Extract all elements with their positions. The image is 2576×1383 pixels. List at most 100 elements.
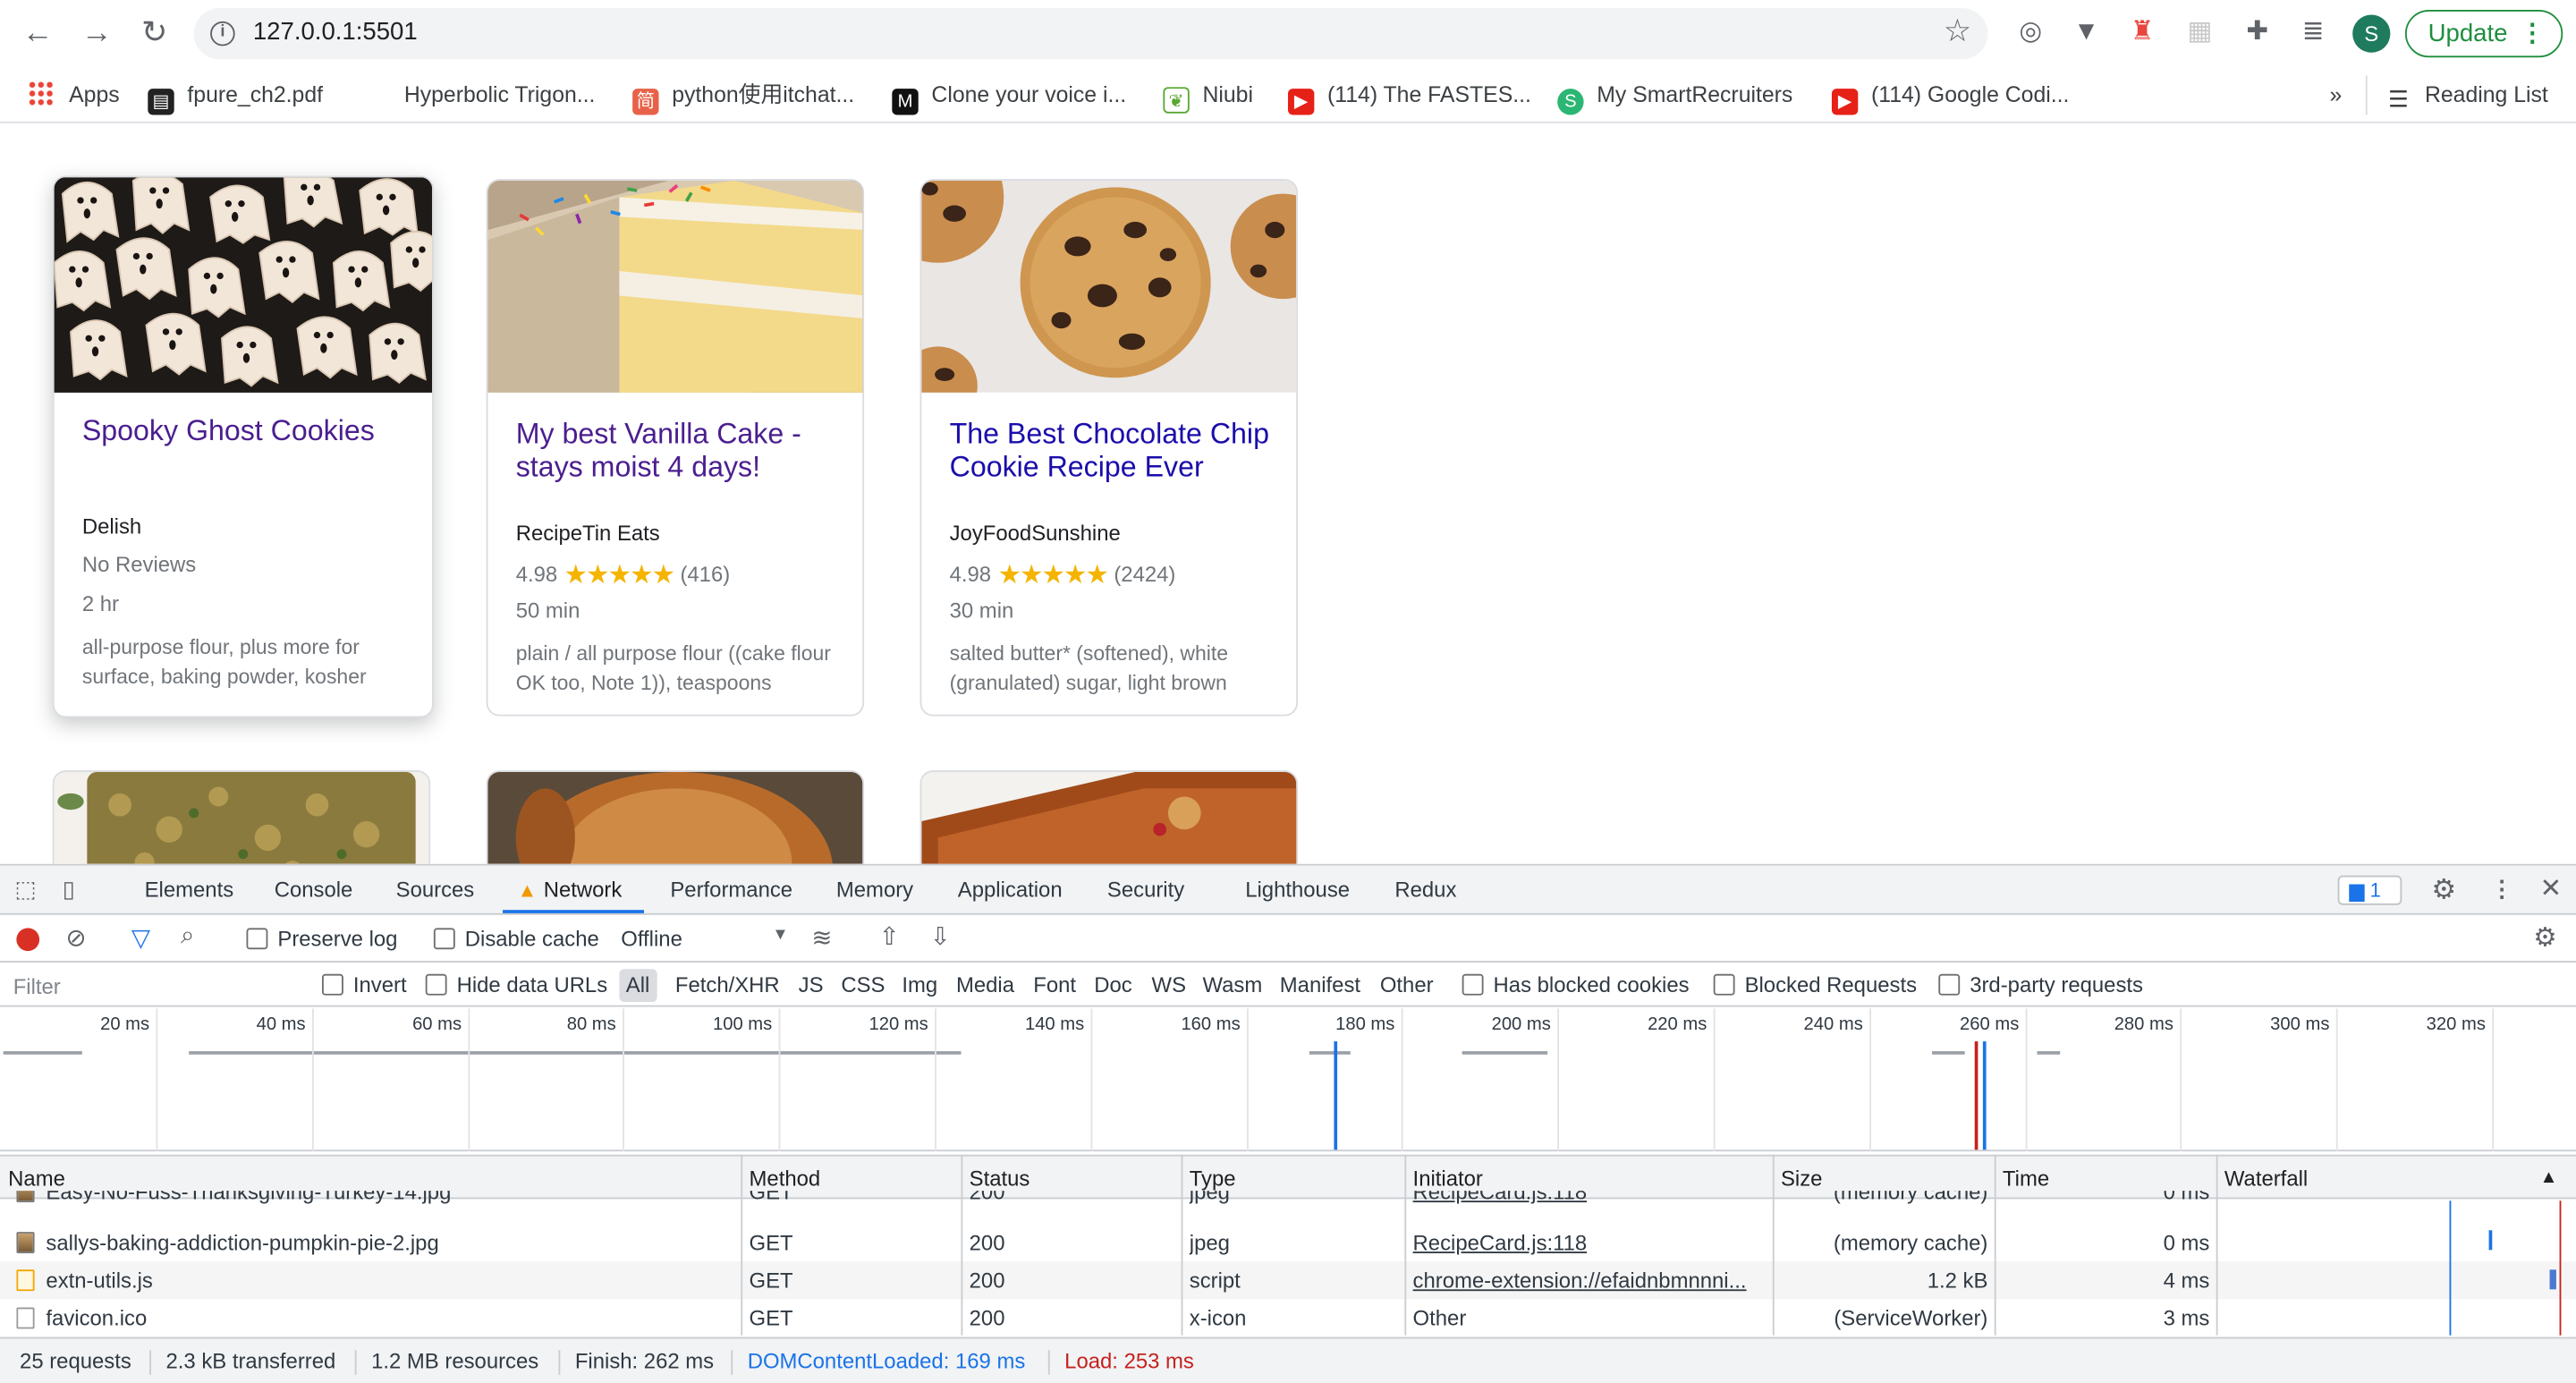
request-initiator[interactable]: RecipeCard.js:118 (1413, 1191, 1588, 1210)
address-bar[interactable]: i 127.0.0.1:5501 ☆ (193, 8, 1988, 60)
type-filter-wasm[interactable]: Wasm (1202, 972, 1262, 997)
filter-icon[interactable]: ▽ (131, 923, 150, 953)
tab-lighthouse[interactable]: Lighthouse (1245, 877, 1350, 902)
recipe-card[interactable] (52, 770, 431, 864)
recipe-title[interactable]: My best Vanilla Cake - stays moist 4 day… (516, 417, 853, 482)
blocked-requests-checkbox[interactable]: Blocked Requests (1713, 972, 1917, 997)
throttling-select[interactable]: Offline ▼ (621, 927, 788, 952)
bookmark-item[interactable]: ▤ fpure_ch2.pdf (148, 77, 323, 115)
disable-cache-checkbox[interactable]: Disable cache (433, 927, 599, 951)
has-blocked-cookies-checkbox[interactable]: Has blocked cookies (1462, 972, 1690, 997)
avatar[interactable]: S (2352, 14, 2391, 53)
more-bookmarks-chevron[interactable]: » (2329, 77, 2342, 113)
reload-icon[interactable]: ↻ (133, 13, 176, 56)
inspect-element-icon[interactable]: ⬚ (15, 866, 37, 913)
column-divider[interactable] (1994, 1154, 1996, 1336)
type-filter-fetch-xhr[interactable]: Fetch/XHR (675, 972, 780, 997)
tampermonkey-icon[interactable]: ♜ (2126, 16, 2159, 49)
tab-sources[interactable]: Sources (396, 877, 475, 902)
network-settings-gear-icon[interactable]: ⚙ (2533, 921, 2556, 955)
clear-icon[interactable]: ⊘ (65, 923, 86, 953)
search-icon[interactable]: ⌕ (181, 921, 194, 949)
column-header-waterfall[interactable]: Waterfall (2224, 1167, 2308, 1192)
bookmark-item[interactable]: ▶ (114) Google Codi... (1831, 77, 2069, 115)
tab-redux[interactable]: Redux (1394, 877, 1456, 902)
type-filter-doc[interactable]: Doc (1094, 972, 1131, 997)
type-filter-other[interactable]: Other (1380, 972, 1434, 997)
column-divider[interactable] (961, 1154, 963, 1336)
table-row[interactable]: Easy-No-Fuss-Thanksgiving-Turkey-14.jpg … (0, 1191, 2576, 1210)
third-party-checkbox[interactable]: 3rd-party requests (1938, 972, 2143, 997)
more-options-icon[interactable]: ⋮ (2490, 866, 2513, 913)
column-divider[interactable] (1404, 1154, 1407, 1336)
bookmark-item[interactable]: S My SmartRecruiters (1557, 77, 1792, 115)
column-header-type[interactable]: Type (1190, 1167, 1236, 1192)
bookmark-apps[interactable]: Apps (28, 77, 120, 113)
column-header-name[interactable]: Name (8, 1167, 65, 1192)
device-toolbar-icon[interactable]: ▯ (63, 866, 75, 913)
sort-ascending-icon[interactable]: ▲ (2540, 1167, 2558, 1187)
table-row[interactable]: extn-utils.js GET 200 script chrome-exte… (0, 1261, 2576, 1300)
import-har-icon[interactable]: ⇧ (879, 921, 900, 951)
url-text[interactable]: 127.0.0.1:5501 (253, 18, 418, 46)
vue-extension-icon[interactable]: ▼ (2070, 16, 2103, 49)
recipe-title[interactable]: The Best Chocolate Chip Cookie Recipe Ev… (950, 417, 1287, 482)
type-filter-font[interactable]: Font (1033, 972, 1076, 997)
recipe-card[interactable] (486, 770, 865, 864)
preserve-log-checkbox[interactable]: Preserve log (246, 927, 397, 951)
bookmark-item[interactable]: ❦ Niubi (1163, 77, 1253, 114)
type-filter-js[interactable]: JS (799, 972, 824, 997)
column-divider[interactable] (1181, 1154, 1183, 1336)
bookmark-item[interactable]: Hyperbolic Trigon... (404, 77, 596, 113)
type-filter-img[interactable]: Img (902, 972, 937, 997)
close-icon[interactable]: ✕ (2540, 866, 2563, 913)
column-header-method[interactable]: Method (750, 1167, 821, 1192)
column-header-initiator[interactable]: Initiator (1413, 1167, 1483, 1192)
issues-badge[interactable]: ▆ 1 (2337, 875, 2402, 905)
export-har-icon[interactable]: ⇩ (930, 921, 951, 951)
type-filter-ws[interactable]: WS (1152, 972, 1186, 997)
site-info-icon[interactable]: i (210, 21, 235, 47)
recipe-title[interactable]: Spooky Ghost Cookies (82, 414, 419, 447)
grid-extension-icon[interactable]: ▦ (2183, 16, 2216, 49)
tab-performance[interactable]: Performance (670, 877, 792, 902)
tab-network[interactable]: ▲ Network (518, 877, 623, 902)
recipe-card[interactable]: The Best Chocolate Chip Cookie Recipe Ev… (919, 179, 1298, 717)
invert-checkbox[interactable]: Invert (321, 972, 407, 997)
extension-icon[interactable]: ◎ (2014, 16, 2047, 49)
request-initiator[interactable]: RecipeCard.js:118 (1413, 1224, 1588, 1261)
settings-gear-icon[interactable]: ⚙ (2431, 866, 2456, 913)
tab-elements[interactable]: Elements (145, 877, 234, 902)
network-overview-timeline[interactable]: 20 ms 40 ms 60 ms 80 ms 100 ms 120 ms 140 ms 16… (0, 1008, 2576, 1152)
table-row[interactable]: favicon.ico GET 200 x-icon Other (Servic… (0, 1299, 2576, 1336)
bookmark-star-icon[interactable]: ☆ (1944, 13, 1971, 51)
column-header-status[interactable]: Status (970, 1167, 1030, 1192)
update-button[interactable]: Update ⋮ (2404, 10, 2563, 58)
type-filter-media[interactable]: Media (956, 972, 1014, 997)
recipe-card[interactable]: My best Vanilla Cake - stays moist 4 day… (486, 179, 865, 717)
bookmark-item[interactable]: 简 python使用itchat... (632, 77, 854, 115)
tab-console[interactable]: Console (275, 877, 353, 902)
tab-application[interactable]: Application (958, 877, 1063, 902)
column-divider[interactable] (1772, 1154, 1775, 1336)
bookmark-item[interactable]: ▶ (114) The FASTES... (1287, 77, 1531, 115)
record-icon[interactable] (16, 928, 40, 952)
table-row[interactable]: sallys-baking-addiction-pumpkin-pie-2.jp… (0, 1224, 2576, 1261)
recipe-card[interactable] (919, 770, 1298, 864)
back-icon[interactable]: ← (16, 13, 59, 56)
filter-input[interactable]: Filter (0, 966, 301, 1005)
bookmark-item[interactable]: M Clone your voice i... (892, 77, 1126, 115)
reading-list[interactable]: ☰ Reading List (2385, 77, 2548, 113)
hide-data-urls-checkbox[interactable]: Hide data URLs (425, 972, 607, 997)
column-header-size[interactable]: Size (1781, 1167, 1822, 1192)
tab-security[interactable]: Security (1107, 877, 1184, 902)
forward-icon[interactable]: → (75, 13, 118, 56)
column-divider[interactable] (741, 1154, 743, 1336)
type-filter-manifest[interactable]: Manifest (1280, 972, 1360, 997)
recipe-card[interactable]: Spooky Ghost Cookies Delish No Reviews 2… (52, 175, 434, 718)
column-header-time[interactable]: Time (2003, 1167, 2049, 1192)
tab-memory[interactable]: Memory (836, 877, 913, 902)
request-initiator[interactable]: chrome-extension://efaidnbmnnni... (1413, 1261, 1765, 1299)
column-divider[interactable] (2216, 1154, 2218, 1336)
type-filter-css[interactable]: CSS (841, 972, 885, 997)
